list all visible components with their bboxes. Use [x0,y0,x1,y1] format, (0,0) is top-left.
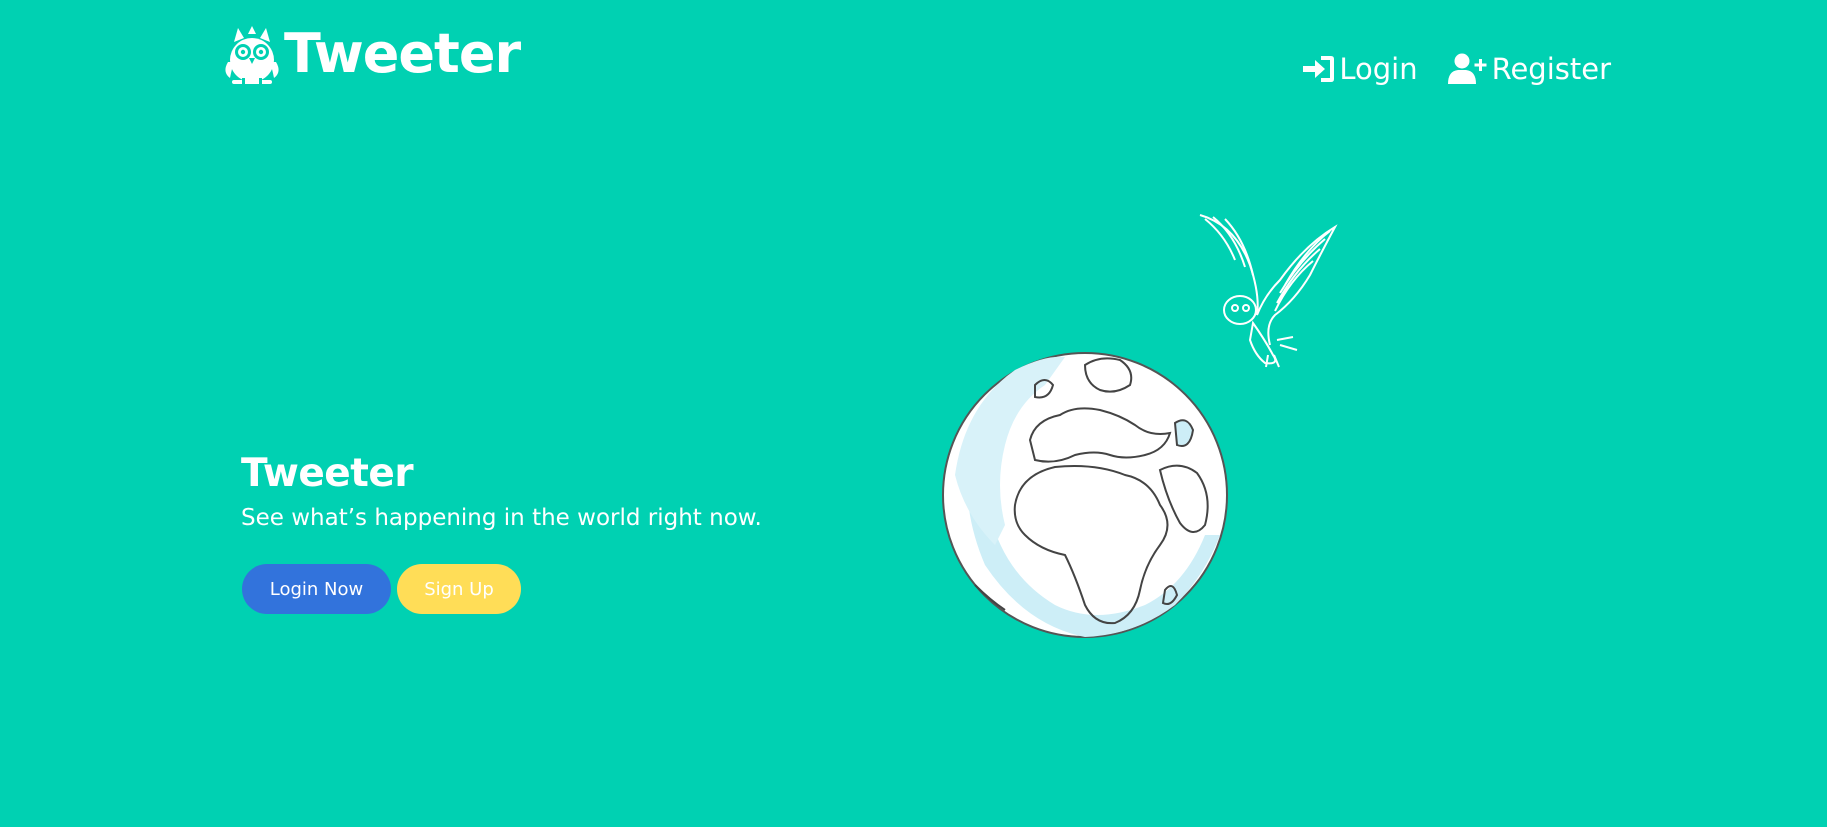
nav-login-label: Login [1339,52,1418,86]
nav-login-link[interactable]: Login [1303,52,1418,86]
landing-page: Tweeter Login Register Tweeter See what’… [0,0,1827,827]
nav-links: Login Register [1303,52,1611,86]
navbar: Tweeter Login Register [0,0,1827,130]
brand-name: Tweeter [284,22,521,85]
sign-in-icon [1303,56,1335,82]
hero-subtitle: See what’s happening in the world right … [241,505,762,531]
login-now-button[interactable]: Login Now [242,564,391,614]
user-plus-icon [1447,53,1487,84]
hero-title: Tweeter [241,451,414,496]
brand-link[interactable]: Tweeter [222,22,521,86]
globe-with-owl-illustration [942,214,1338,638]
owl-logo-icon [225,26,279,84]
sign-up-button[interactable]: Sign Up [397,564,521,614]
nav-register-link[interactable]: Register [1447,52,1611,86]
hero-buttons: Login Now Sign Up [242,564,521,614]
flying-owl-icon [1199,214,1338,368]
globe-icon [942,352,1228,638]
nav-register-label: Register [1491,52,1611,86]
